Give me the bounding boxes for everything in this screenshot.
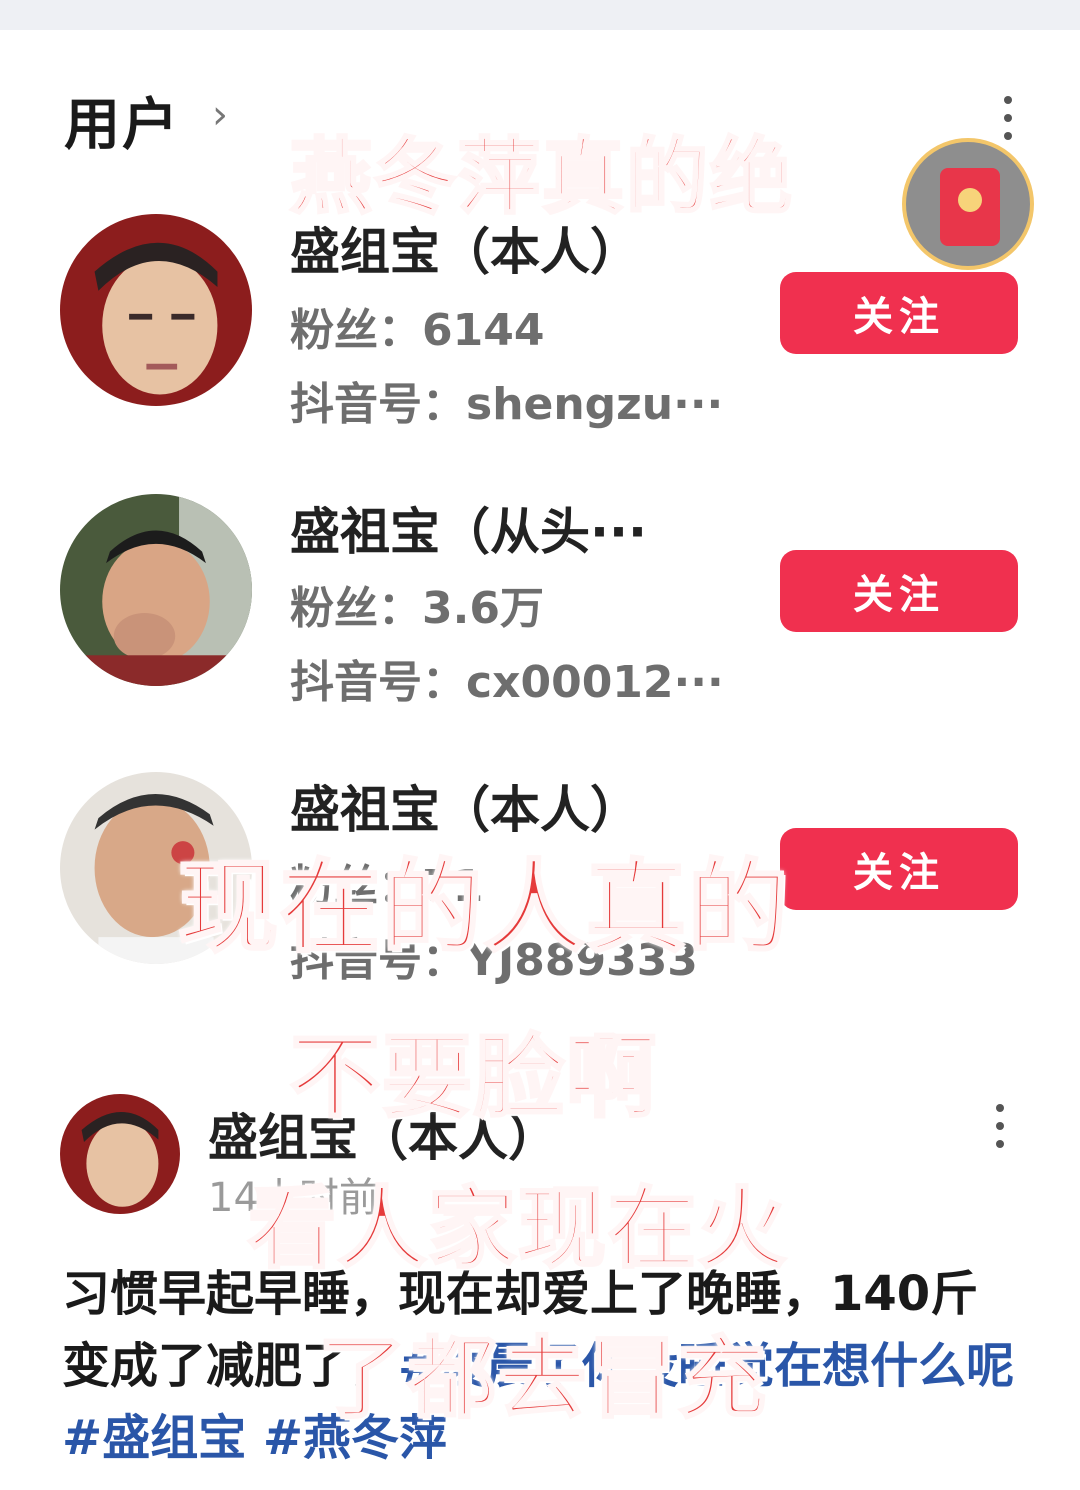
overlay-caption: 了都去冒充 bbox=[316, 1326, 769, 1432]
user-name[interactable]: 盛祖宝（从头··· bbox=[290, 492, 647, 564]
more-vertical-icon[interactable] bbox=[990, 1104, 1010, 1148]
red-packet-icon[interactable] bbox=[902, 138, 1034, 270]
user-douyin-id: 抖音号：shengzu··· bbox=[290, 379, 724, 430]
avatar[interactable] bbox=[60, 214, 252, 406]
chevron-right-icon[interactable]: › bbox=[212, 92, 228, 138]
user-fans: 粉丝：3.6万 bbox=[290, 583, 544, 634]
overlay-caption: 现在的人真的 bbox=[177, 848, 790, 968]
avatar[interactable] bbox=[60, 1094, 180, 1214]
section-title: 用户 bbox=[64, 93, 180, 158]
user-douyin-id: 抖音号：cx00012··· bbox=[290, 657, 724, 708]
follow-button[interactable]: 关注 bbox=[780, 272, 1018, 354]
top-band bbox=[0, 0, 1080, 30]
more-vertical-icon[interactable] bbox=[998, 96, 1018, 140]
overlay-caption: 燕冬萍真的绝 bbox=[288, 129, 795, 227]
overlay-caption: 不要脸啊 bbox=[289, 1024, 658, 1132]
user-fans: 粉丝：6144 bbox=[290, 305, 545, 356]
overlay-caption: 看人家现在火 bbox=[246, 1176, 789, 1282]
follow-button[interactable]: 关注 bbox=[780, 828, 1018, 910]
follow-button[interactable]: 关注 bbox=[780, 550, 1018, 632]
avatar[interactable] bbox=[60, 494, 252, 686]
